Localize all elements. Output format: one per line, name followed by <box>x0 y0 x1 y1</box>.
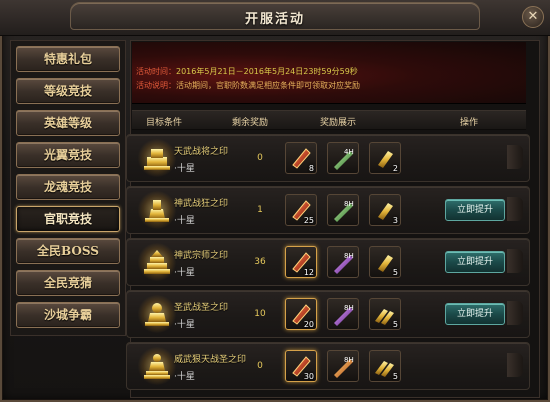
seal-icon <box>137 139 177 177</box>
remaining-count: 0 <box>257 361 263 371</box>
target-name: 神武宗师之印 <box>174 251 229 261</box>
header-action: 操作 <box>460 118 479 128</box>
target-stars: ·十星 <box>174 164 195 174</box>
row-edge <box>507 301 523 325</box>
red-scroll-icon[interactable]: 12 <box>285 246 317 278</box>
remaining-count: 1 <box>257 205 263 215</box>
seal-icon <box>137 243 177 281</box>
red-scroll-icon[interactable]: 25 <box>285 194 317 226</box>
window-title: 开服活动 <box>244 12 305 27</box>
row-edge <box>507 145 523 169</box>
target-name: 圣武战圣之印 <box>174 303 229 313</box>
sidebar-item-guess[interactable]: 全民竞猜 <box>16 270 120 296</box>
table-row: 威武狠天战圣之印 ·十星 0 30 8H 5 <box>126 342 530 390</box>
table-row: 圣武战圣之印 ·十星 10 20 8H 5 立即提升 <box>126 290 530 338</box>
sidebar-item-level[interactable]: 等级竞技 <box>16 78 120 104</box>
red-scroll-icon[interactable]: 30 <box>285 350 317 382</box>
row-edge <box>507 353 523 377</box>
target-stars: ·十星 <box>174 216 195 226</box>
purple-scroll-icon[interactable]: 8H <box>327 298 359 330</box>
target-stars: ·十星 <box>174 268 195 278</box>
row-edge <box>507 197 523 221</box>
row-edge <box>507 249 523 273</box>
svg-text:4H: 4H <box>344 148 354 156</box>
table-row: 神武战狂之印 ·十星 1 25 8H 3 立即提升 <box>126 186 530 234</box>
svg-text:8H: 8H <box>344 252 354 260</box>
red-scroll-icon[interactable]: 8 <box>285 142 317 174</box>
gold-bar-icon[interactable]: 5 <box>369 246 401 278</box>
gold-bar-stack-icon[interactable]: 5 <box>369 298 401 330</box>
sidebar-item-siege[interactable]: 沙城争霸 <box>16 302 120 328</box>
svg-text:8H: 8H <box>344 356 354 364</box>
sidebar-item-special-pack[interactable]: 特惠礼包 <box>16 46 120 72</box>
table-header: 目标条件 剩余奖励 奖励展示 操作 <box>132 110 526 130</box>
close-button[interactable]: ✕ <box>522 6 544 28</box>
target-stars: ·十星 <box>174 372 195 382</box>
sidebar-item-wings[interactable]: 光翼竞技 <box>16 142 120 168</box>
orange-scroll-icon[interactable]: 8H <box>327 350 359 382</box>
upgrade-button[interactable]: 立即提升 <box>445 199 505 221</box>
remaining-count: 0 <box>257 153 263 163</box>
header-remain: 剩余奖励 <box>232 118 269 128</box>
sidebar-item-official-rank[interactable]: 官职竞技 <box>16 206 120 232</box>
event-time: 活动时间：2016年5月21日－2016年5月24日23时59分59秒 <box>136 67 358 76</box>
green-wand-icon[interactable]: 4H <box>327 142 359 174</box>
table-row: 天武战将之印 ·十星 0 8 4H 2 <box>126 134 530 182</box>
target-name: 天武战将之印 <box>174 147 229 157</box>
table-row: 神武宗师之印 ·十星 36 12 8H 5 立即提升 <box>126 238 530 286</box>
event-description: 活动说明：活动期间，官职阶数满足相应条件即可领取对应奖励 <box>136 81 360 90</box>
svg-text:8H: 8H <box>344 304 354 312</box>
seal-icon <box>137 347 177 385</box>
remaining-count: 10 <box>254 309 266 319</box>
header-target: 目标条件 <box>146 118 183 128</box>
purple-scroll-icon[interactable]: 8H <box>327 246 359 278</box>
sidebar: 特惠礼包 等级竞技 英雄等级 光翼竞技 龙魂竞技 官职竞技 全民BOSS 全民竞… <box>10 40 126 336</box>
header-reward: 奖励展示 <box>320 118 357 128</box>
green-wand-icon[interactable]: 8H <box>327 194 359 226</box>
sidebar-item-world-boss[interactable]: 全民BOSS <box>16 238 120 264</box>
gold-bar-icon[interactable]: 3 <box>369 194 401 226</box>
upgrade-button[interactable]: 立即提升 <box>445 303 505 325</box>
gold-bar-stack-icon[interactable]: 5 <box>369 350 401 382</box>
red-scroll-icon[interactable]: 20 <box>285 298 317 330</box>
svg-text:8H: 8H <box>344 200 354 208</box>
seal-icon <box>137 191 177 229</box>
remaining-count: 36 <box>254 257 266 267</box>
gold-bar-icon[interactable]: 2 <box>369 142 401 174</box>
target-stars: ·十星 <box>174 320 195 330</box>
sidebar-item-hero-level[interactable]: 英雄等级 <box>16 110 120 136</box>
upgrade-button[interactable]: 立即提升 <box>445 251 505 273</box>
seal-icon <box>137 295 177 333</box>
sidebar-item-dragon-soul[interactable]: 龙魂竞技 <box>16 174 120 200</box>
target-name: 神武战狂之印 <box>174 199 229 209</box>
